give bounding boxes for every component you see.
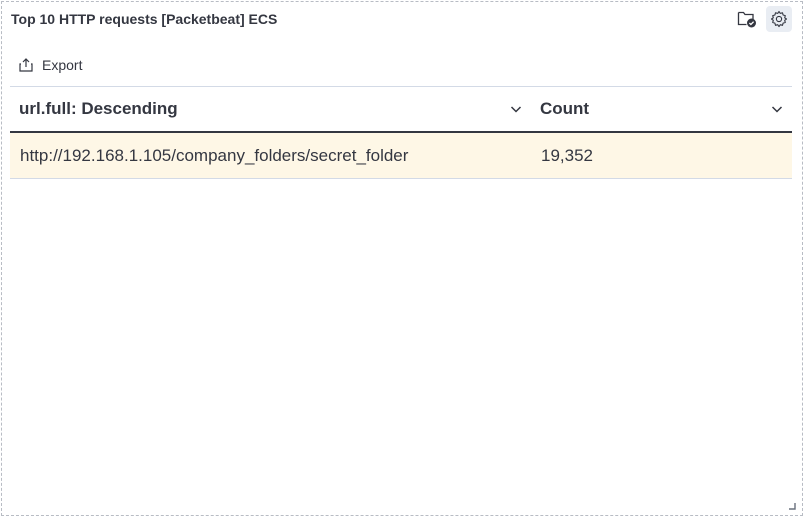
export-icon xyxy=(19,58,33,72)
chevron-down-icon[interactable] xyxy=(509,102,523,116)
cell-url-full[interactable]: http://192.168.1.105/company_folders/sec… xyxy=(10,133,531,178)
export-label: Export xyxy=(42,57,83,73)
resize-handle-icon[interactable] xyxy=(788,502,796,510)
table-row: http://192.168.1.105/company_folders/sec… xyxy=(10,133,792,179)
panel-header: Top 10 HTTP requests [Packetbeat] ECS xyxy=(10,6,794,32)
column-header-label: Count xyxy=(540,99,590,118)
chevron-down-icon[interactable] xyxy=(770,102,784,116)
folder-button[interactable] xyxy=(734,6,760,32)
gear-icon xyxy=(770,10,788,28)
column-header-count[interactable]: Count xyxy=(531,87,792,131)
visualization-panel: Top 10 HTTP requests [Packetbeat] ECS Ex… xyxy=(1,1,803,516)
table-toolbar: Export xyxy=(10,52,90,78)
cell-count[interactable]: 19,352 xyxy=(531,133,792,178)
panel-title: Top 10 HTTP requests [Packetbeat] ECS xyxy=(11,11,278,27)
panel-options-button[interactable] xyxy=(766,6,792,32)
folder-check-icon xyxy=(737,11,756,28)
export-button[interactable]: Export xyxy=(10,52,90,78)
table-header: url.full: Descending Count xyxy=(10,87,792,133)
column-header-label: url.full: Descending xyxy=(19,99,178,118)
column-header-url-full[interactable]: url.full: Descending xyxy=(10,87,531,131)
data-table: url.full: Descending Count http://192.16… xyxy=(10,86,792,179)
